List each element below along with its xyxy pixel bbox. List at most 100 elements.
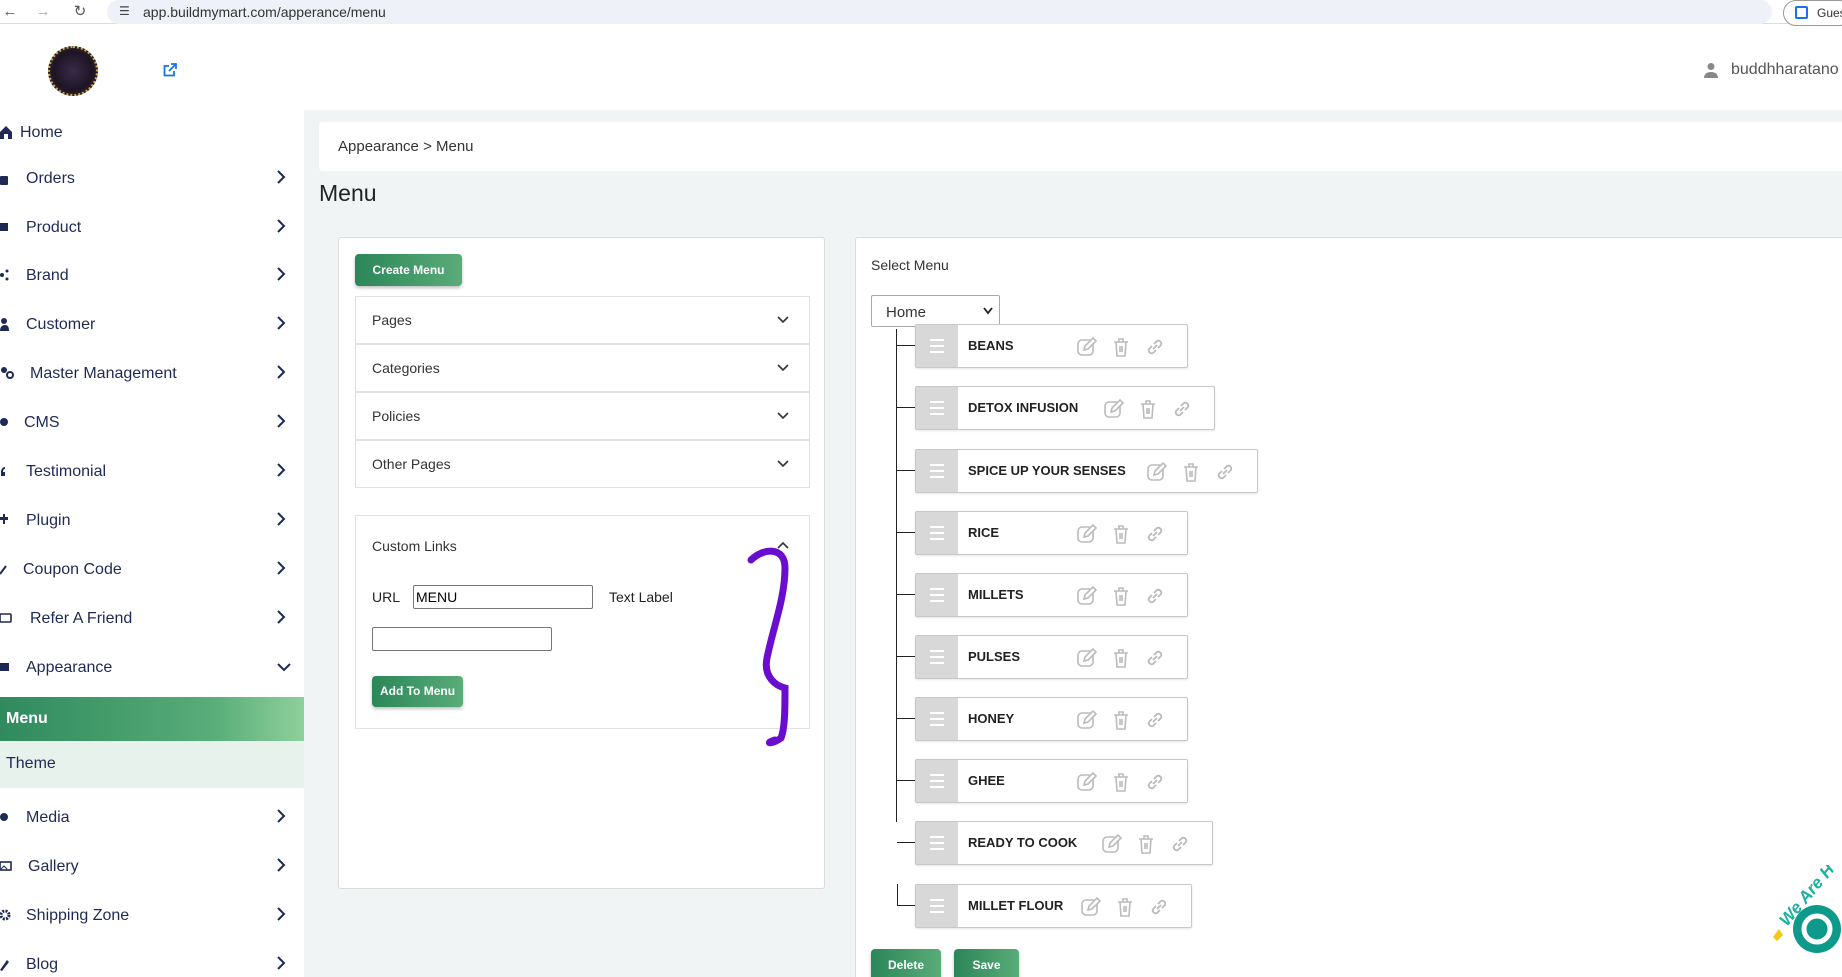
sidebar-item-cms[interactable]: CMS: [0, 400, 304, 446]
drag-handle-icon[interactable]: [916, 698, 958, 740]
trash-icon[interactable]: [1114, 896, 1136, 918]
link-icon[interactable]: [1169, 833, 1191, 855]
url-input[interactable]: [413, 585, 593, 609]
user-icon[interactable]: [1703, 62, 1719, 78]
delete-button[interactable]: Delete: [871, 949, 941, 977]
menu-item-label: PULSES: [968, 649, 1021, 664]
user-name[interactable]: buddhharatano: [1731, 61, 1839, 79]
forward-icon[interactable]: →: [33, 2, 53, 22]
drag-handle-icon[interactable]: [916, 387, 958, 429]
menu-item-card[interactable]: MILLET FLOUR: [915, 884, 1192, 928]
edit-icon[interactable]: [1076, 585, 1098, 607]
link-icon[interactable]: [1144, 647, 1166, 669]
trash-icon[interactable]: [1110, 336, 1132, 358]
sidebar-item-master-management[interactable]: Master Management: [0, 351, 304, 397]
trash-icon[interactable]: [1110, 523, 1132, 545]
link-icon[interactable]: [1148, 896, 1170, 918]
accordion-pages[interactable]: Pages: [355, 296, 810, 344]
accordion-policies[interactable]: Policies: [355, 392, 810, 440]
sidebar-item-media[interactable]: Media: [0, 795, 304, 841]
sidebar-item-home[interactable]: Home: [0, 110, 304, 156]
menu-item-card[interactable]: GHEE: [915, 759, 1188, 803]
drag-handle-icon[interactable]: [916, 325, 958, 367]
link-icon[interactable]: [1214, 461, 1236, 483]
trash-icon[interactable]: [1110, 709, 1132, 731]
sidebar-item-gallery[interactable]: Gallery: [0, 844, 304, 890]
sidebar-item-plugin[interactable]: Plugin: [0, 498, 304, 544]
edit-icon[interactable]: [1076, 647, 1098, 669]
external-link-icon[interactable]: [162, 62, 178, 78]
main-content: Appearance > Menu Menu Create Menu Pages…: [304, 110, 1842, 977]
edit-icon[interactable]: [1146, 461, 1168, 483]
drag-handle-icon[interactable]: [916, 760, 958, 802]
menu-item-card[interactable]: BEANS: [915, 324, 1188, 368]
accordion-categories[interactable]: Categories: [355, 344, 810, 392]
edit-icon[interactable]: [1076, 523, 1098, 545]
link-icon[interactable]: [1144, 336, 1166, 358]
sidebar-item-orders[interactable]: Orders: [0, 156, 304, 202]
trash-icon[interactable]: [1137, 398, 1159, 420]
accordion-label: Categories: [372, 360, 440, 376]
accordion-other-pages[interactable]: Other Pages: [355, 440, 810, 488]
address-bar[interactable]: ☰ app.buildmymart.com/apperance/menu: [107, 0, 1772, 24]
site-settings-icon[interactable]: ☰: [119, 4, 130, 18]
tag-icon: [0, 565, 7, 575]
profile-button[interactable]: Gues: [1783, 0, 1842, 26]
sidebar-item-label: Refer A Friend: [30, 610, 133, 627]
chevron-down-icon: [277, 663, 291, 672]
menu-item-label: GHEE: [968, 773, 1005, 788]
link-icon[interactable]: [1144, 523, 1166, 545]
sidebar-item-brand[interactable]: Brand: [0, 253, 304, 299]
menu-item-card[interactable]: MILLETS: [915, 573, 1188, 617]
menu-select[interactable]: Home: [871, 295, 1000, 327]
drag-handle-icon[interactable]: [916, 822, 958, 864]
sidebar-item-product[interactable]: Product: [0, 205, 304, 251]
sidebar-item-coupon-code[interactable]: Coupon Code: [0, 547, 304, 593]
sidebar-item-blog[interactable]: Blog: [0, 942, 304, 977]
trash-icon[interactable]: [1135, 833, 1157, 855]
trash-icon[interactable]: [1110, 647, 1132, 669]
edit-icon[interactable]: [1076, 336, 1098, 358]
sidebar-item-appearance[interactable]: Appearance: [0, 645, 304, 691]
link-icon[interactable]: [1144, 771, 1166, 793]
text-label-input[interactable]: [372, 627, 552, 651]
sidebar-item-shipping-zone[interactable]: Shipping Zone: [0, 893, 304, 939]
drag-handle-icon[interactable]: [916, 450, 958, 492]
trash-icon[interactable]: [1180, 461, 1202, 483]
reload-icon[interactable]: ↻: [70, 2, 90, 22]
drag-handle-icon[interactable]: [916, 885, 958, 927]
menu-item-card[interactable]: READY TO COOK: [915, 821, 1213, 865]
link-icon[interactable]: [1144, 709, 1166, 731]
edit-icon[interactable]: [1076, 771, 1098, 793]
select-menu-label: Select Menu: [871, 257, 949, 273]
drag-handle-icon[interactable]: [916, 574, 958, 616]
back-icon[interactable]: ←: [0, 2, 20, 22]
sidebar-item-menu[interactable]: Menu: [0, 697, 304, 741]
menu-item-card[interactable]: SPICE UP YOUR SENSES: [915, 449, 1258, 493]
menu-item-card[interactable]: RICE: [915, 511, 1188, 555]
edit-icon[interactable]: [1076, 709, 1098, 731]
custom-links-title[interactable]: Custom Links: [372, 538, 457, 554]
sidebar-item-refer-a-friend[interactable]: Refer A Friend: [0, 596, 304, 642]
link-icon[interactable]: [1171, 398, 1193, 420]
add-to-menu-button[interactable]: Add To Menu: [372, 676, 463, 707]
drag-handle-icon[interactable]: [916, 512, 958, 554]
trash-icon[interactable]: [1110, 585, 1132, 607]
edit-icon[interactable]: [1103, 398, 1125, 420]
sidebar-item-customer[interactable]: Customer: [0, 302, 304, 348]
menu-item-card[interactable]: PULSES: [915, 635, 1188, 679]
sidebar-item-theme[interactable]: Theme: [0, 741, 304, 788]
edit-icon[interactable]: [1101, 833, 1123, 855]
store-logo[interactable]: [48, 46, 98, 96]
menu-item-card[interactable]: HONEY: [915, 697, 1188, 741]
sidebar-item-testimonial[interactable]: Testimonial: [0, 449, 304, 495]
create-menu-button[interactable]: Create Menu: [355, 254, 462, 286]
chat-widget[interactable]: We Are H: [1765, 865, 1842, 977]
save-button[interactable]: Save: [954, 949, 1019, 977]
sidebar-item-label: Product: [26, 219, 82, 236]
menu-item-card[interactable]: DETOX INFUSION: [915, 386, 1215, 430]
drag-handle-icon[interactable]: [916, 636, 958, 678]
link-icon[interactable]: [1144, 585, 1166, 607]
edit-icon[interactable]: [1080, 896, 1102, 918]
trash-icon[interactable]: [1110, 771, 1132, 793]
